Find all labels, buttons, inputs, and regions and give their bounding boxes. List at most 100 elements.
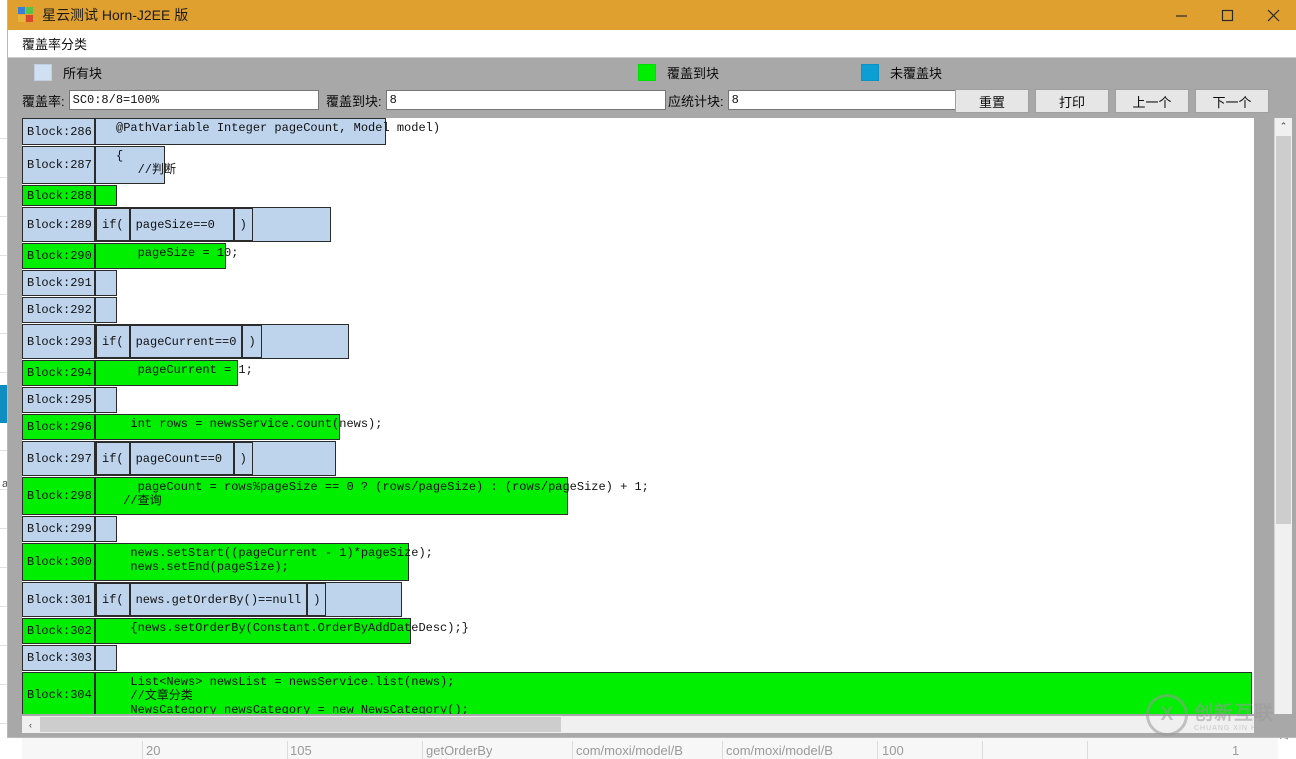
next-button[interactable]: 下一个 xyxy=(1195,89,1269,113)
block-body[interactable] xyxy=(95,645,117,671)
block-body[interactable]: if(pageCount==0) xyxy=(95,441,336,476)
block-code-line: NewsCategory newsCategory = new NewsCate… xyxy=(116,703,469,714)
block-body[interactable] xyxy=(95,270,117,296)
vertical-scrollbar[interactable]: ⌃ xyxy=(1274,118,1292,714)
condition-tail xyxy=(253,208,330,241)
condition-prefix[interactable]: if( xyxy=(96,325,130,358)
block-row[interactable]: Block:300 news.setStart((pageCurrent - 1… xyxy=(22,543,433,581)
block-code-line: news.setStart((pageCurrent - 1)*pageSize… xyxy=(116,546,433,560)
block-code-line: news.setEnd(pageSize); xyxy=(116,560,289,574)
block-code-line: List<News> newsList = newsService.list(n… xyxy=(116,675,455,689)
condition-prefix[interactable]: if( xyxy=(96,442,130,475)
uncovered-blocks-swatch-icon xyxy=(861,63,879,81)
block-body[interactable]: {news.setOrderBy(Constant.OrderByAddDate… xyxy=(95,618,469,644)
legend-all-blocks[interactable]: 所有块 xyxy=(34,58,102,86)
total-blocks-input[interactable]: 8 xyxy=(727,90,974,110)
condition-expr[interactable]: pageCurrent==0 xyxy=(129,325,243,358)
block-row[interactable]: Block:289 if(pageSize==0) xyxy=(22,207,331,242)
previous-button[interactable]: 上一个 xyxy=(1115,89,1189,113)
block-body[interactable] xyxy=(95,297,117,323)
background-table-cell: com/moxi/model/B xyxy=(726,743,833,758)
background-table-cell: 1 xyxy=(1232,743,1240,758)
print-button[interactable]: 打印 xyxy=(1035,89,1109,113)
block-code-line: int rows = newsService.count(news); xyxy=(116,417,383,431)
condition-suffix[interactable]: ) xyxy=(233,208,253,241)
block-body[interactable]: pageCount = rows%pageSize == 0 ? (rows/p… xyxy=(95,477,649,515)
block-row[interactable]: Block:294 pageCurrent = 1; xyxy=(22,360,253,386)
block-row[interactable]: Block:302 {news.setOrderBy(Constant.Orde… xyxy=(22,618,469,644)
condition-expr[interactable]: pageSize==0 xyxy=(129,208,234,241)
background-table-cell: 20 xyxy=(146,743,161,758)
maximize-button[interactable] xyxy=(1204,0,1250,30)
condition-suffix[interactable]: ) xyxy=(242,325,262,358)
condition-suffix[interactable]: ) xyxy=(233,442,253,475)
reset-button[interactable]: 重置 xyxy=(955,89,1029,113)
block-row[interactable]: Block:286 @PathVariable Integer pageCount… xyxy=(22,118,440,145)
block-body[interactable] xyxy=(95,185,117,206)
block-row[interactable]: Block:293 if(pageCurrent==0) xyxy=(22,324,349,359)
block-row[interactable]: Block:299 xyxy=(22,516,117,542)
block-label: Block:290 xyxy=(22,243,95,269)
scroll-left-arrow-icon[interactable]: ‹ xyxy=(22,716,39,733)
menu-item-coverage-classification[interactable]: 覆盖率分类 xyxy=(8,34,95,53)
block-label: Block:298 xyxy=(22,477,95,515)
block-body[interactable]: news.setStart((pageCurrent - 1)*pageSize… xyxy=(95,543,433,581)
block-label: Block:286 xyxy=(22,118,95,145)
block-label: Block:299 xyxy=(22,516,95,542)
vertical-scrollbar-thumb[interactable] xyxy=(1276,136,1291,524)
block-body[interactable]: if(pageCurrent==0) xyxy=(95,324,349,359)
block-body[interactable]: List<News> newsList = newsService.list(n… xyxy=(95,672,1252,714)
block-code-line: pageSize = 10; xyxy=(116,246,239,260)
condition-expr[interactable]: pageCount==0 xyxy=(129,442,234,475)
horizontal-scrollbar[interactable]: ‹ xyxy=(22,716,1254,733)
condition-tail xyxy=(262,325,348,358)
block-body[interactable]: if(news.getOrderBy()==null) xyxy=(95,582,402,617)
field-bar: 覆盖率: SC0:8/8=100% 覆盖到块: 8 应统计块: 8 重置 打印 … xyxy=(8,86,1296,114)
legend-covered-blocks[interactable]: 覆盖到块 xyxy=(638,58,719,86)
block-row[interactable]: Block:297 if(pageCount==0) xyxy=(22,441,336,476)
block-row[interactable]: Block:304 List<News> newsList = newsServ… xyxy=(22,672,1252,714)
minimize-button[interactable] xyxy=(1158,0,1204,30)
block-code-line: //判断 xyxy=(116,163,177,177)
background-table-cell: getOrderBy xyxy=(426,743,493,758)
legend-label: 未覆盖块 xyxy=(890,65,943,81)
block-body[interactable]: pageCurrent = 1; xyxy=(95,360,253,386)
block-code-line: { xyxy=(116,149,124,163)
block-row[interactable]: Block:303 xyxy=(22,645,117,671)
condition-expr[interactable]: news.getOrderBy()==null xyxy=(129,583,308,616)
block-row[interactable]: Block:292 xyxy=(22,297,117,323)
block-row[interactable]: Block:287{ //判断 xyxy=(22,146,177,184)
block-row[interactable]: Block:296 int rows = newsService.count(n… xyxy=(22,414,383,440)
coverage-rate-group: 覆盖率: SC0:8/8=100% xyxy=(22,86,319,114)
close-button[interactable] xyxy=(1250,0,1296,30)
condition-prefix[interactable]: if( xyxy=(96,208,130,241)
background-table-row: 20 105 getOrderBy com/moxi/model/B com/m… xyxy=(22,736,1278,759)
block-row[interactable]: Block:301 if(news.getOrderBy()==null) xyxy=(22,582,402,617)
background-table-cell: 100 xyxy=(882,743,904,758)
legend-bar: 所有块 覆盖到块 未覆盖块 xyxy=(8,58,1296,86)
block-row[interactable]: Block:295 xyxy=(22,387,117,413)
block-body[interactable]: int rows = newsService.count(news); xyxy=(95,414,383,440)
scroll-up-arrow-icon[interactable]: ⌃ xyxy=(1275,118,1292,135)
block-row[interactable]: Block:288 xyxy=(22,185,117,206)
condition-suffix[interactable]: ) xyxy=(307,583,327,616)
block-body[interactable]: if(pageSize==0) xyxy=(95,207,331,242)
covered-blocks-label: 覆盖到块: xyxy=(326,93,382,109)
block-row[interactable]: Block:298 pageCount = rows%pageSize == 0… xyxy=(22,477,649,515)
legend-uncovered-blocks[interactable]: 未覆盖块 xyxy=(861,58,942,86)
block-body[interactable] xyxy=(95,387,117,413)
block-label: Block:300 xyxy=(22,543,95,581)
covered-blocks-input[interactable]: 8 xyxy=(385,90,666,110)
block-code-line: {news.setOrderBy(Constant.OrderByAddDate… xyxy=(116,621,469,635)
condition-prefix[interactable]: if( xyxy=(96,583,130,616)
block-body[interactable]: { //判断 xyxy=(95,146,177,184)
block-row[interactable]: Block:291 xyxy=(22,270,117,296)
block-body[interactable] xyxy=(95,516,117,542)
block-body[interactable]: @PathVariable Integer pageCount, Model m… xyxy=(95,118,440,145)
block-body[interactable]: pageSize = 10; xyxy=(95,243,239,269)
coverage-rate-input[interactable]: SC0:8/8=100% xyxy=(68,90,319,110)
horizontal-scrollbar-thumb[interactable] xyxy=(40,717,561,732)
title-bar: 星云测试 Horn-J2EE 版 xyxy=(8,0,1296,30)
block-row[interactable]: Block:290 pageSize = 10; xyxy=(22,243,239,269)
blocks-canvas[interactable]: Block:286 @PathVariable Integer pageCount… xyxy=(22,118,1254,714)
